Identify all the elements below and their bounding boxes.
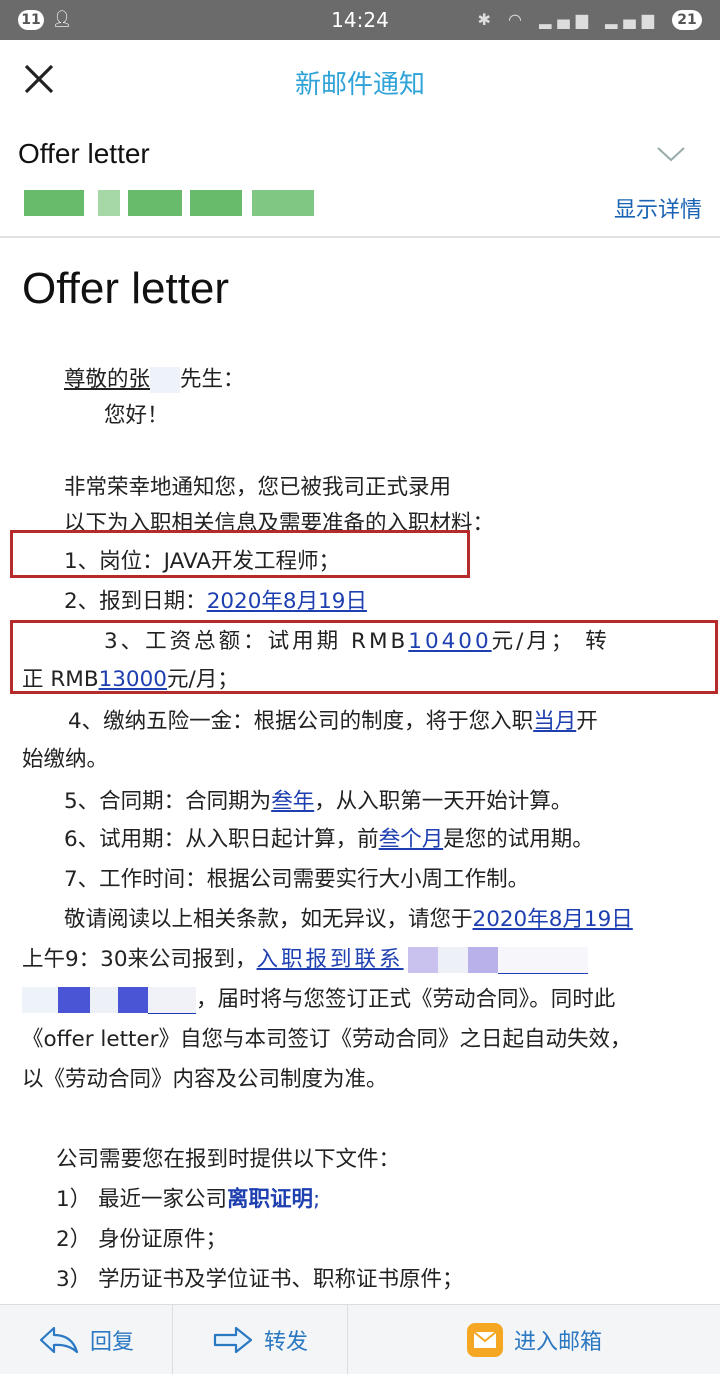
contact-link[interactable]: 入职报到联系: [257, 947, 404, 972]
doc1-text: 1） 最近一家公司: [56, 1187, 228, 1212]
contract-text-a: 5、合同期：合同期为: [64, 789, 272, 814]
para-text-a: 敬请阅读以上相关条款，如无异议，请您于: [64, 907, 473, 932]
item2-label: 2、报到日期：: [64, 589, 207, 614]
battery-icon: 21: [672, 10, 702, 30]
page-title: 新邮件通知: [294, 70, 425, 100]
document-item-3: 3） 学历证书及学位证书、职称证书原件；: [56, 1267, 464, 1292]
paragraph-line5: 以《劳动合同》内容及公司制度为准。: [22, 1067, 388, 1092]
reply-label: 回复: [89, 1329, 134, 1355]
status-bar: 11 👤︎ 14:24 ✱ ◠ ▂▄▆ ▂▄▆ 21: [0, 0, 720, 40]
regular-salary-link[interactable]: 13000: [99, 667, 167, 692]
open-mailbox-button[interactable]: 进入邮箱: [348, 1305, 720, 1374]
redacted-name: [150, 367, 181, 393]
salary-text-a: 3、工资总额：试用期 RMB: [104, 629, 409, 654]
salary-text-c: 正 RMB: [22, 667, 99, 692]
item-work-hours: 7、工作时间：根据公司需要实行大小周工作制。: [64, 867, 530, 892]
paragraph-line1: 敬请阅读以上相关条款，如无异议，请您于2020年8月19日: [64, 902, 633, 933]
item-insurance-line2: 始缴纳。: [22, 747, 109, 772]
letter-heading: Offer letter: [22, 264, 230, 313]
doc1-end: ;: [313, 1187, 321, 1212]
insurance-text-b: 开: [576, 709, 598, 734]
mail-body: Offer letter 尊敬的张 先生： 您好！ 非常荣幸地通知您，您已被我司正…: [0, 238, 720, 1304]
document-item-1: 1） 最近一家公司离职证明;: [56, 1182, 320, 1213]
documents-intro: 公司需要您在报到时提供以下文件：: [56, 1147, 401, 1172]
bottom-toolbar: 回复 转发 进入邮箱: [0, 1304, 720, 1374]
probation-term-link[interactable]: 叁个月: [379, 827, 444, 852]
salary-text-b: 元/月； 转: [491, 629, 610, 654]
greeting: 尊敬的张 先生：: [64, 362, 245, 393]
item-probation: 6、试用期：从入职日起计算，前叁个月是您的试用期。: [64, 822, 594, 853]
open-mailbox-label: 进入邮箱: [513, 1329, 602, 1355]
paragraph-line2: 上午9：30来公司报到，入职报到联系: [22, 942, 588, 974]
signal-icons: ✱ ◠ ▂▄▆ ▂▄▆: [477, 10, 660, 29]
forward-button[interactable]: 转发: [173, 1305, 347, 1374]
para-text-b: 上午9：30来公司报到，: [22, 947, 257, 972]
para-text-c: ，届时将与您签订正式《劳动合同》。同时此: [196, 987, 616, 1012]
para-date-link[interactable]: 2020年8月19日: [473, 907, 633, 932]
hello: 您好！: [104, 403, 169, 428]
show-details-link[interactable]: 显示详情: [614, 192, 702, 224]
probation-salary-link[interactable]: 10400: [408, 629, 491, 654]
greeting-suffix: 先生：: [180, 367, 245, 392]
item-contract: 5、合同期：合同期为叁年，从入职第一天开始计算。: [64, 784, 572, 815]
reply-button[interactable]: 回复: [0, 1305, 172, 1374]
contract-term-link[interactable]: 叁年: [271, 789, 314, 814]
redacted-phone: [22, 987, 58, 1013]
resignation-certificate: 离职证明: [227, 1187, 314, 1212]
redacted-contact: [407, 947, 438, 973]
contract-text-b: ，从入职第一天开始计算。: [314, 789, 573, 814]
item-position: 1、岗位：JAVA开发工程师；: [64, 549, 341, 574]
app-header: 新邮件通知: [0, 40, 720, 126]
item-salary-line2: 正 RMB13000元/月；: [22, 662, 239, 693]
insurance-month-link[interactable]: 当月: [533, 709, 576, 734]
chevron-down-icon[interactable]: [656, 144, 686, 164]
greeting-prefix: 尊敬的张: [64, 367, 151, 392]
intro-line-1: 非常荣幸地通知您，您已被我司正式录用: [64, 475, 452, 500]
report-date-link[interactable]: 2020年8月19日: [207, 589, 367, 614]
document-item-2: 2） 身份证原件；: [56, 1227, 228, 1252]
forward-label: 转发: [263, 1329, 308, 1355]
sender-redacted: [24, 186, 314, 220]
mailbox-icon: [466, 1322, 503, 1357]
salary-text-d: 元/月；: [166, 667, 239, 692]
mail-subject: Offer letter: [18, 138, 150, 169]
probation-text-a: 6、试用期：从入职日起计算，前: [64, 827, 379, 852]
reply-arrow-icon: [39, 1326, 79, 1353]
paragraph-line3: ，届时将与您签订正式《劳动合同》。同时此: [22, 982, 615, 1014]
item-salary-line1: 3、工资总额：试用期 RMB10400元/月； 转: [104, 624, 610, 655]
item-report-date: 2、报到日期：2020年8月19日: [64, 584, 367, 615]
paragraph-line4: 《offer letter》自您与本司签订《劳动合同》之日起自动失效，: [22, 1027, 632, 1052]
probation-text-b: 是您的试用期。: [443, 827, 594, 852]
item-insurance-line1: 4、缴纳五险一金：根据公司的制度，将于您入职当月开: [68, 704, 598, 735]
insurance-text-a: 4、缴纳五险一金：根据公司的制度，将于您入职: [68, 709, 534, 734]
forward-arrow-icon: [213, 1326, 253, 1353]
